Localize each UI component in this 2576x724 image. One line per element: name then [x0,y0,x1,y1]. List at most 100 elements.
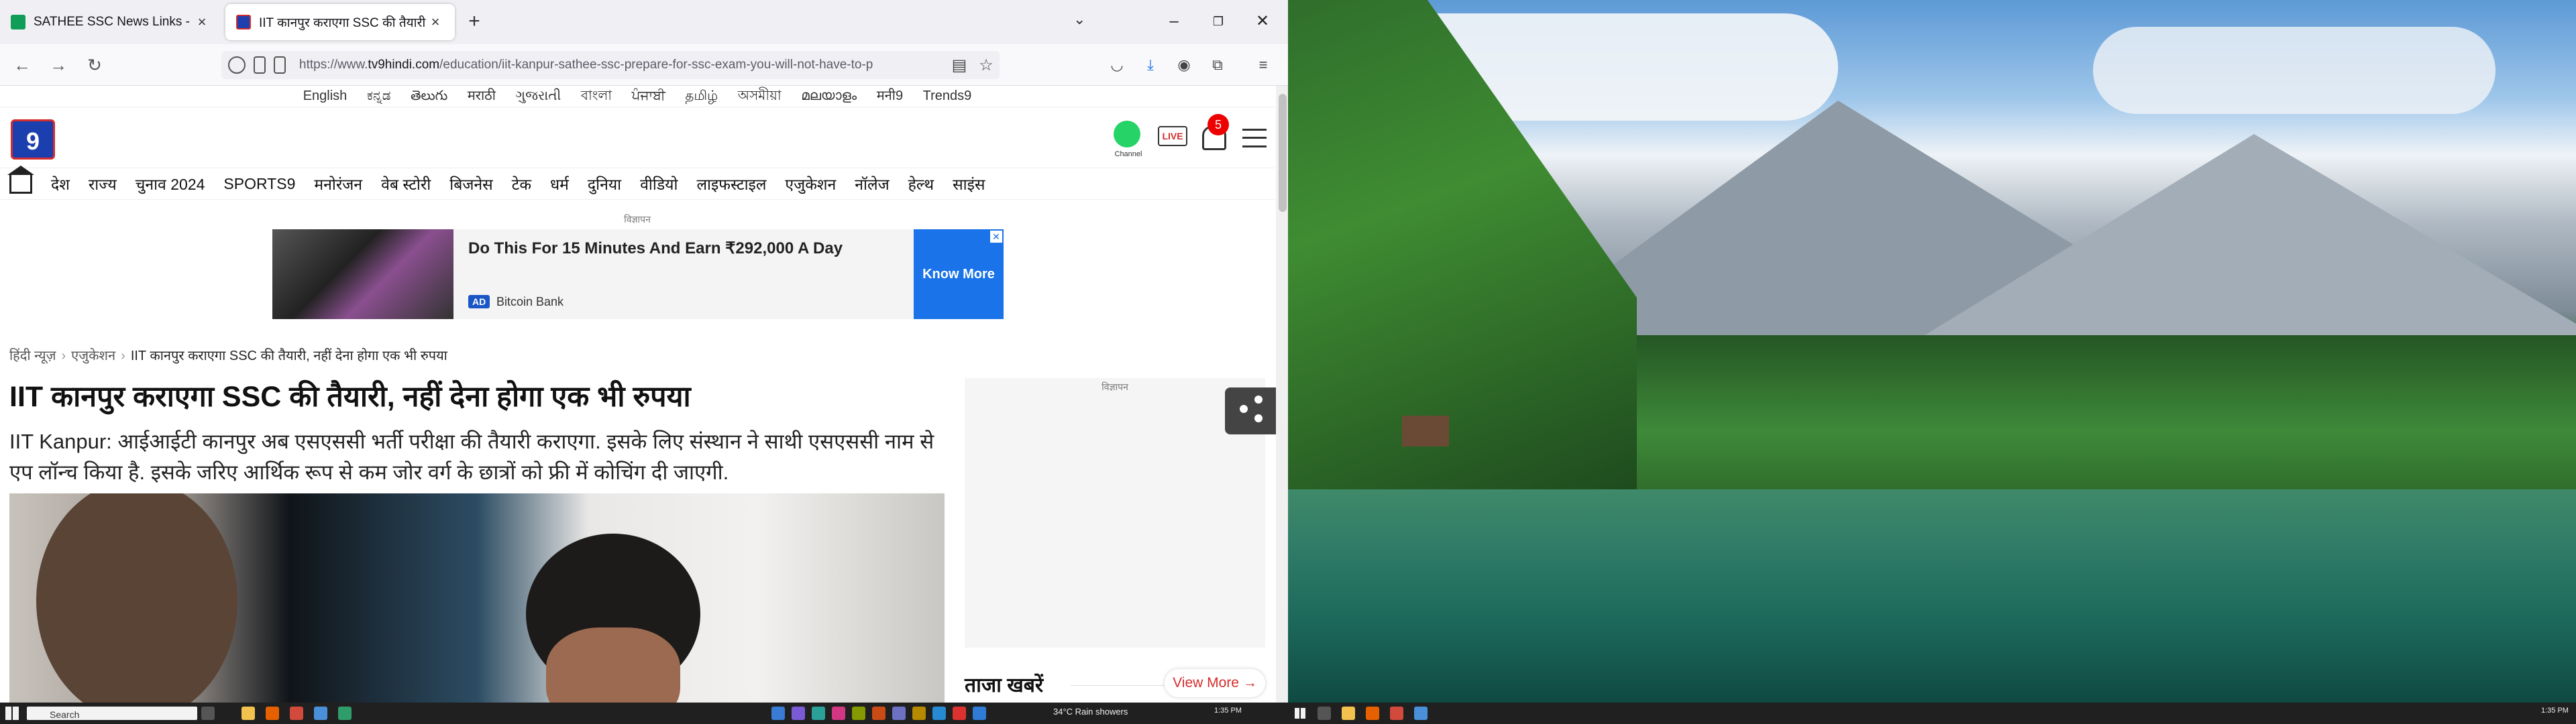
view-more-button[interactable]: View More → [1165,669,1265,697]
desktop-wallpaper [1288,0,2576,703]
app-icon[interactable] [912,707,926,720]
file-explorer-icon[interactable] [241,707,255,720]
close-tab-icon[interactable]: × [193,13,211,31]
language-link[interactable]: বাংলা [581,86,612,106]
page-scrollbar[interactable] [1276,86,1288,703]
nav-item[interactable]: दुनिया [588,173,621,194]
nav-item[interactable]: मनोरंजन [314,173,362,194]
app-icon[interactable] [771,707,785,720]
sidebar-ad[interactable]: विज्ञापन [965,378,1265,648]
app-icon[interactable] [812,707,825,720]
tab-sathee-ssc[interactable]: SATHEE SSC News Links - Goog × [0,4,221,40]
close-tab-icon[interactable]: × [427,13,444,31]
nav-item[interactable]: वीडियो [640,173,678,194]
reload-button[interactable]: ↻ [83,54,106,76]
breadcrumb-section[interactable]: एजुकेशन [71,349,115,363]
hamburger-menu-icon[interactable] [1242,129,1267,147]
search-icon[interactable] [1318,707,1331,720]
tv9-logo[interactable]: 9 [11,119,55,160]
weather-widget[interactable]: 34°C Rain showers [1053,707,1128,720]
taskbar-clock[interactable]: 1:35 PM [2541,707,2569,720]
language-link[interactable]: తెలుగు [411,86,447,106]
nav-item[interactable]: टेक [512,173,531,194]
lock-icon[interactable] [254,56,266,74]
file-explorer-icon[interactable] [1342,707,1355,720]
ad-image[interactable] [272,229,453,319]
language-link[interactable]: தமிழ் [685,86,718,106]
taskbar-clock[interactable]: 1:35 PM [1214,707,1242,720]
nav-item[interactable]: साइंस [953,173,985,194]
extensions-icon[interactable]: ⧉ [1208,55,1228,75]
app-icon[interactable] [973,707,986,720]
new-tab-button[interactable]: + [463,11,486,34]
language-link[interactable]: मराठी [468,86,496,106]
firefox-icon[interactable] [1366,707,1379,720]
ad-close-icon[interactable]: ✕ [990,231,1002,243]
language-link[interactable]: ಕನ್ನಡ [367,86,391,106]
tab-tv9-article[interactable]: IIT कानपुर कराएगा SSC की तैयारी × [225,4,455,40]
forward-button[interactable]: → [47,54,70,76]
app-icon[interactable] [892,707,906,720]
bookmark-star-icon[interactable]: ☆ [973,56,1000,75]
minimize-button[interactable]: – [1154,8,1194,35]
app-icon[interactable] [338,707,352,720]
nav-item[interactable]: चुनाव 2024 [136,173,205,194]
app-icon[interactable] [953,707,966,720]
language-link[interactable]: English [303,86,347,106]
tab-title: IIT कानपुर कराएगा SSC की तैयारी [259,16,426,30]
ad-label: विज्ञापन [624,214,651,225]
app-icon[interactable] [290,707,303,720]
app-icon[interactable] [852,707,865,720]
language-link[interactable]: অসমীয়া [738,86,782,106]
windows-start-icon[interactable] [1295,708,1305,719]
nav-item[interactable]: लाइफस्टाइल [696,173,766,194]
reader-view-icon[interactable]: ▤ [946,56,973,75]
ad-banner[interactable]: Do This For 15 Minutes And Earn ₹292,000… [272,229,1004,319]
app-icon[interactable] [1390,707,1403,720]
language-link[interactable]: मनी9 [877,86,903,106]
nav-item[interactable]: वेब स्टोरी [381,173,431,194]
firefox-icon[interactable] [266,707,279,720]
language-link[interactable]: Trends9 [923,86,972,106]
app-icon[interactable] [932,707,946,720]
ad-know-more-button[interactable]: Know More [914,229,1004,319]
whatsapp-icon[interactable] [1114,121,1140,147]
app-icon[interactable] [792,707,805,720]
nav-item[interactable]: बिजनेस [449,173,492,194]
url-text[interactable]: https://www.tv9hindi.com/education/iit-k… [299,58,946,72]
nav-item[interactable]: एजुकेशन [785,173,836,194]
taskbar-search-box[interactable]: Search [27,707,197,720]
language-link[interactable]: ગુજરાતી [516,86,561,106]
live-tv-icon[interactable]: LIVE [1158,126,1187,146]
task-view-icon[interactable] [201,707,215,720]
back-button[interactable]: ← [11,54,34,76]
app-icon[interactable] [872,707,885,720]
nav-item[interactable]: राज्य [89,173,117,194]
breadcrumb-home[interactable]: हिंदी न्यूज़ [9,349,56,363]
account-icon[interactable]: ◉ [1174,55,1194,75]
nav-item[interactable]: नॉलेज [855,173,889,194]
app-icon[interactable] [314,707,327,720]
pocket-icon[interactable]: ◡ [1107,55,1127,75]
home-icon[interactable] [7,166,34,194]
language-link[interactable]: മലയാളം [801,86,857,106]
app-menu-icon[interactable]: ≡ [1253,55,1273,75]
language-link[interactable]: ਪੰਜਾਬੀ [632,86,665,106]
windows-start-icon[interactable] [5,707,19,720]
close-window-button[interactable]: ✕ [1242,8,1283,35]
ad-headline[interactable]: Do This For 15 Minutes And Earn ₹292,000… [468,239,843,258]
list-all-tabs-icon[interactable]: ⌄ [1073,11,1085,28]
nav-item[interactable]: धर्म [550,173,569,194]
url-bar[interactable]: https://www.tv9hindi.com/education/iit-k… [221,51,1000,79]
tracking-protection-shield-icon[interactable] [228,56,246,74]
nav-item[interactable]: SPORTS9 [223,175,295,193]
scrollbar-thumb[interactable] [1279,94,1287,212]
app-icon[interactable] [832,707,845,720]
downloads-icon[interactable]: ⤓ [1140,55,1161,75]
permissions-icon[interactable] [274,56,286,74]
nav-item[interactable]: देश [51,173,70,194]
share-button[interactable] [1225,387,1277,434]
app-icon[interactable] [1414,707,1428,720]
nav-item[interactable]: हेल्थ [908,173,934,194]
restore-button[interactable]: ❐ [1198,8,1238,35]
